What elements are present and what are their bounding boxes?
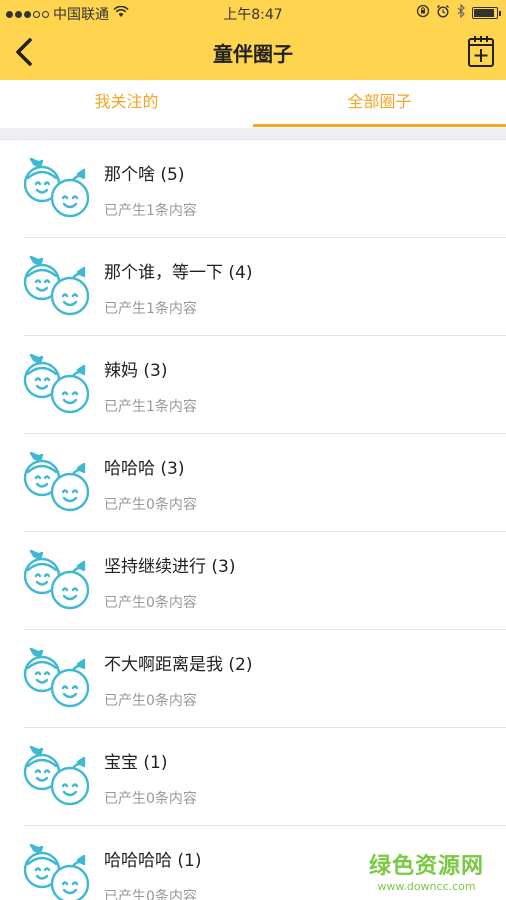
circle-post-count: 已产生0条内容 [104,595,197,611]
circle-title: 坚持继续进行 (3) [104,557,236,577]
active-tab-indicator [253,124,506,127]
circle-post-count: 已产生0条内容 [104,889,197,900]
nav-bar: 童伴圈子 [0,26,506,80]
watermark-text: 绿色资源网 [368,854,484,879]
circle-list-item[interactable]: 哈哈哈 (3) 已产生0条内容 [0,434,506,532]
circle-list-item[interactable]: 宝宝 (1) 已产生0条内容 [0,728,506,826]
watermark-url: www.downcc.com [377,880,476,893]
circle-title: 哈哈哈 (3) [104,459,185,479]
circle-title: 辣妈 (3) [104,361,168,381]
circle-title: 那个啥 (5) [104,165,185,185]
circle-list-item[interactable]: 那个啥 (5) 已产生1条内容 [0,140,506,238]
circle-title: 不大啊距离是我 (2) [104,655,253,675]
kids-avatar-icon [18,647,94,710]
circle-title: 哈哈哈哈 (1) [104,851,202,871]
circle-list-item[interactable]: 坚持继续进行 (3) 已产生0条内容 [0,532,506,630]
kids-avatar-icon [18,157,94,220]
status-right [416,3,501,22]
page-title: 童伴圈子 [213,42,293,66]
add-circle-button[interactable] [466,34,496,68]
circle-list-item[interactable]: 辣妈 (3) 已产生1条内容 [0,336,506,434]
circle-list-item[interactable]: 那个谁，等一下 (4) 已产生1条内容 [0,238,506,336]
section-divider [0,128,506,140]
tab-following[interactable]: 我关注的 [0,80,253,128]
circle-post-count: 已产生0条内容 [104,791,197,807]
kids-avatar-icon [18,255,94,318]
status-bar: 中国联通 上午8:47 [0,0,506,26]
calendar-plus-icon [468,36,494,67]
battery-icon [472,7,501,19]
kids-avatar-icon [18,549,94,612]
circle-post-count: 已产生1条内容 [104,399,197,415]
alarm-icon [436,4,450,22]
kids-avatar-icon [18,745,94,808]
circle-post-count: 已产生0条内容 [104,693,197,709]
tab-bar: 我关注的 全部圈子 [0,80,506,128]
circle-post-count: 已产生0条内容 [104,497,197,513]
kids-avatar-icon [18,451,94,514]
circle-title: 宝宝 (1) [104,753,168,773]
circle-post-count: 已产生1条内容 [104,203,197,219]
bluetooth-icon [456,3,466,22]
tab-all-circles[interactable]: 全部圈子 [253,80,506,128]
kids-avatar-icon [18,353,94,416]
circle-post-count: 已产生1条内容 [104,301,197,317]
circle-list: 那个啥 (5) 已产生1条内容 那个谁，等一下 (4) 已产生1条内容 辣妈 (… [0,140,506,900]
circle-list-item[interactable]: 不大啊距离是我 (2) 已产生0条内容 [0,630,506,728]
header: 中国联通 上午8:47 童伴圈子 [0,0,506,80]
watermark: 绿色资源网 www.downcc.com [369,848,484,893]
circle-title: 那个谁，等一下 (4) [104,263,253,283]
kids-avatar-icon [18,843,94,900]
lock-rotation-icon [416,4,430,22]
